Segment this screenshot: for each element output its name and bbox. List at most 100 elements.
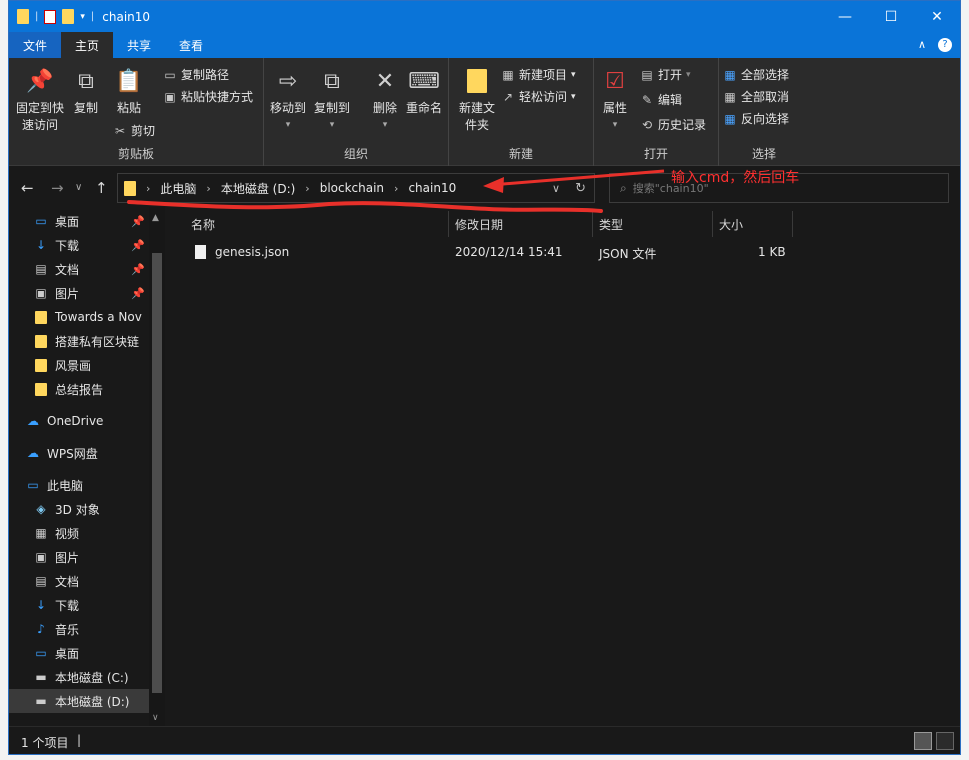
breadcrumb-blockchain[interactable]: blockchain bbox=[320, 181, 384, 195]
sidebar-item[interactable]: ▤ 文档 bbox=[9, 569, 149, 593]
address-history-icon[interactable]: ∨ bbox=[552, 182, 560, 195]
sidebar-item[interactable]: ☁ WPS网盘 bbox=[9, 441, 149, 465]
easy-access-label: 轻松访问 bbox=[519, 90, 568, 104]
sidebar-item[interactable]: ▬ 本地磁盘 (C:) bbox=[9, 665, 149, 689]
help-icon[interactable]: ? bbox=[938, 38, 952, 52]
scroll-down-icon[interactable]: ∨ bbox=[152, 713, 159, 723]
history-label: 历史记录 bbox=[658, 118, 707, 132]
breadcrumb-drive-d[interactable]: 本地磁盘 (D:) bbox=[221, 180, 295, 197]
new-folder-qat-icon[interactable] bbox=[62, 9, 75, 24]
pin-icon: 📌 bbox=[131, 214, 145, 228]
sidebar-item[interactable]: ▤ 文档 📌 bbox=[9, 257, 149, 281]
sidebar-item[interactable]: ↓ 下载 📌 bbox=[9, 233, 149, 257]
breadcrumb-chain10[interactable]: chain10 bbox=[408, 181, 456, 195]
sidebar-item[interactable]: 总结报告 bbox=[9, 377, 149, 401]
sidebar-item[interactable]: ▣ 图片 📌 bbox=[9, 281, 149, 305]
copy-button[interactable]: ⧉ 复制 bbox=[71, 66, 101, 117]
breadcrumb-this-pc[interactable]: 此电脑 bbox=[160, 180, 196, 197]
address-bar[interactable]: › 此电脑 › 本地磁盘 (D:) › blockchain › chain10… bbox=[117, 173, 595, 203]
delete-button[interactable]: ✕ 删除 ▾ bbox=[370, 66, 400, 134]
computer-icon: ▭ bbox=[27, 478, 39, 492]
scrollbar-thumb[interactable] bbox=[152, 253, 162, 693]
scroll-up-icon[interactable]: ▲ bbox=[152, 213, 159, 223]
forward-arrow-icon[interactable]: → bbox=[51, 179, 64, 197]
history-button[interactable]: ⟲ 历史记录 bbox=[640, 116, 706, 133]
recent-locations-icon[interactable]: ∨ bbox=[75, 182, 82, 193]
tab-home[interactable]: 主页 bbox=[61, 32, 114, 58]
properties-label: 属性 bbox=[602, 101, 627, 115]
sidebar-item[interactable]: 搭建私有区块链 bbox=[9, 329, 149, 353]
rename-button[interactable]: ⌨ 重命名 bbox=[406, 66, 442, 117]
chevron-down-icon: ▾ bbox=[382, 120, 388, 130]
sidebar-item[interactable]: ◈ 3D 对象 bbox=[9, 497, 149, 521]
tab-view[interactable]: 查看 bbox=[165, 32, 217, 58]
sidebar-item-label: 3D 对象 bbox=[55, 502, 100, 517]
copy-to-button[interactable]: ⧉ 复制到 ▾ bbox=[314, 66, 350, 134]
paste-button[interactable]: 📋 粘贴 bbox=[114, 66, 144, 117]
properties-button[interactable]: ☑ 属性 ▾ bbox=[600, 66, 630, 134]
move-to-button[interactable]: ⇨ 移动到 ▾ bbox=[270, 66, 306, 134]
sidebar-item-label: 下载 bbox=[55, 598, 80, 613]
new-folder-button[interactable]: 新建文件夹 bbox=[457, 66, 497, 134]
chevron-right-icon[interactable]: › bbox=[206, 182, 210, 195]
easy-access-button[interactable]: ↗ 轻松访问 ▾ bbox=[501, 88, 576, 105]
close-button[interactable]: ✕ bbox=[914, 1, 960, 32]
sidebar-item[interactable]: Towards a Nov bbox=[9, 305, 149, 329]
select-none-button[interactable]: ▦ 全部取消 bbox=[723, 88, 789, 105]
invert-selection-button[interactable]: ▦ 反向选择 bbox=[723, 110, 789, 127]
navigation-pane-scrollbar[interactable]: ▲ ∨ bbox=[149, 207, 165, 727]
sidebar-item[interactable]: ▦ 视频 bbox=[9, 521, 149, 545]
edit-button[interactable]: ✎ 编辑 bbox=[640, 91, 682, 108]
chevron-down-icon: ▾ bbox=[686, 69, 691, 80]
cube-icon: ◈ bbox=[36, 502, 46, 516]
column-header-modified[interactable]: 修改日期 bbox=[449, 211, 593, 237]
open-label: 打开 bbox=[658, 68, 683, 82]
separator: | bbox=[35, 11, 39, 22]
file-name: genesis.json bbox=[215, 245, 290, 259]
tab-share[interactable]: 共享 bbox=[113, 32, 165, 58]
sidebar-item[interactable]: ♪ 音乐 bbox=[9, 617, 149, 641]
sidebar-item[interactable]: ▭ 桌面 📌 bbox=[9, 209, 149, 233]
qat-dropdown-icon[interactable]: ▾ bbox=[80, 12, 85, 22]
sidebar-item[interactable]: ▬ 本地磁盘 (D:) bbox=[9, 689, 149, 713]
collapse-ribbon-icon[interactable]: ∧ bbox=[918, 38, 926, 52]
back-arrow-icon[interactable]: ← bbox=[21, 179, 34, 197]
column-header-size[interactable]: 大小 bbox=[713, 211, 793, 237]
cut-button[interactable]: ✂ 剪切 bbox=[113, 122, 155, 139]
up-arrow-icon[interactable]: ↑ bbox=[95, 179, 108, 197]
chevron-right-icon[interactable]: › bbox=[305, 182, 309, 195]
refresh-icon[interactable]: ↻ bbox=[575, 181, 586, 196]
column-header-type[interactable]: 类型 bbox=[593, 211, 713, 237]
tab-file[interactable]: 文件 bbox=[9, 32, 62, 58]
chevron-right-icon[interactable]: › bbox=[394, 182, 398, 195]
delete-icon: ✕ bbox=[375, 68, 395, 94]
chevron-down-icon: ▾ bbox=[285, 120, 291, 130]
sidebar-item[interactable]: ↓ 下载 bbox=[9, 593, 149, 617]
sidebar-item-label: 文档 bbox=[55, 262, 80, 277]
sidebar-item[interactable]: ▭ 桌面 bbox=[9, 641, 149, 665]
paste-shortcut-button[interactable]: ▣ 粘贴快捷方式 bbox=[163, 88, 253, 105]
details-view-icon[interactable] bbox=[914, 732, 932, 750]
select-none-label: 全部取消 bbox=[741, 90, 790, 104]
new-item-button[interactable]: ▦ 新建项目 ▾ bbox=[501, 66, 575, 83]
maximize-button[interactable]: ☐ bbox=[868, 1, 914, 32]
pin-quick-access-button[interactable]: 📌 固定到快速访问 bbox=[15, 66, 65, 134]
paste-shortcut-icon: ▣ bbox=[164, 89, 176, 104]
sidebar-item[interactable]: ☁ OneDrive bbox=[9, 409, 149, 433]
chevron-right-icon[interactable]: › bbox=[146, 182, 150, 195]
open-button[interactable]: ▤ 打开 ▾ bbox=[640, 66, 691, 83]
sidebar-item[interactable]: ▣ 图片 bbox=[9, 545, 149, 569]
explorer-window: | ▾ | chain10 — ☐ ✕ 文件 主页 共享 查看 ∧ ? 📌 固定… bbox=[8, 0, 961, 755]
column-header-name[interactable]: 名称 bbox=[185, 211, 449, 237]
sidebar-item[interactable]: 风景画 bbox=[9, 353, 149, 377]
sidebar-item[interactable]: ▭ 此电脑 bbox=[9, 473, 149, 497]
minimize-button[interactable]: — bbox=[822, 1, 868, 32]
paste-label: 粘贴 bbox=[116, 101, 141, 115]
select-all-button[interactable]: ▦ 全部选择 bbox=[723, 66, 789, 83]
copy-path-button[interactable]: ▭ 复制路径 bbox=[163, 66, 229, 83]
large-icons-view-icon[interactable] bbox=[936, 732, 954, 750]
properties-qat-icon[interactable] bbox=[44, 9, 57, 24]
new-item-icon: ▦ bbox=[502, 67, 514, 82]
folder-icon bbox=[33, 382, 49, 396]
table-row[interactable]: genesis.json 2020/12/14 15:41 JSON 文件 1 … bbox=[185, 241, 805, 265]
